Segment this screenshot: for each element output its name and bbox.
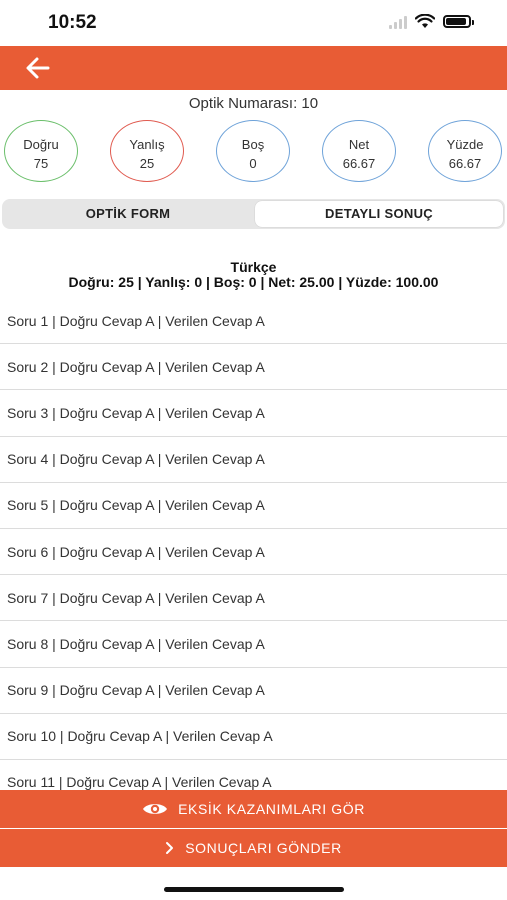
- stats-row: Doğru 75 Yanlış 25 Boş 0 Net 66.67 Yüzde…: [0, 120, 507, 186]
- tab-optik-form[interactable]: OPTİK FORM: [4, 201, 252, 227]
- stat-label: Yüzde: [446, 137, 484, 152]
- stat-yanlis: Yanlış 25: [110, 120, 184, 182]
- section-header: Türkçe Doğru: 25 | Yanlış: 0 | Boş: 0 | …: [0, 260, 507, 290]
- list-item[interactable]: Soru 6 | Doğru Cevap A | Verilen Cevap A: [0, 529, 507, 576]
- missing-outcomes-button[interactable]: EKSİK KAZANIMLARI GÖR: [0, 790, 507, 828]
- section-summary: Doğru: 25 | Yanlış: 0 | Boş: 0 | Net: 25…: [68, 274, 439, 290]
- question-list[interactable]: Soru 1 | Doğru Cevap A | Verilen Cevap A…: [0, 298, 507, 791]
- list-item[interactable]: Soru 8 | Doğru Cevap A | Verilen Cevap A: [0, 621, 507, 668]
- list-item[interactable]: Soru 10 | Doğru Cevap A | Verilen Cevap …: [0, 714, 507, 760]
- send-results-label: SONUÇLARI GÖNDER: [185, 840, 342, 856]
- back-button[interactable]: [24, 56, 52, 80]
- battery-level: [446, 18, 466, 25]
- stat-yuzde: Yüzde 66.67: [428, 120, 502, 182]
- section-title: Türkçe: [230, 259, 277, 275]
- cellular-signal-icon: [389, 15, 407, 29]
- list-item[interactable]: Soru 2 | Doğru Cevap A | Verilen Cevap A: [0, 344, 507, 391]
- list-item[interactable]: Soru 7 | Doğru Cevap A | Verilen Cevap A: [0, 575, 507, 622]
- status-icons: [389, 14, 474, 29]
- home-indicator: [164, 887, 344, 892]
- list-item[interactable]: Soru 5 | Doğru Cevap A | Verilen Cevap A: [0, 483, 507, 529]
- list-item[interactable]: Soru 9 | Doğru Cevap A | Verilen Cevap A: [0, 668, 507, 714]
- stat-value: 66.67: [342, 156, 376, 171]
- wifi-icon: [415, 14, 435, 28]
- segmented-tabs: OPTİK FORM DETAYLI SONUÇ: [2, 199, 505, 229]
- app-header: [0, 46, 507, 90]
- stat-net: Net 66.67: [322, 120, 396, 182]
- arrow-left-icon: [26, 57, 50, 79]
- battery-icon: [443, 15, 474, 28]
- stat-label: Net: [348, 137, 370, 152]
- stat-value: 0: [249, 156, 257, 171]
- status-time: 10:52: [48, 12, 97, 33]
- stat-bos: Boş 0: [216, 120, 290, 182]
- list-item[interactable]: Soru 11 | Doğru Cevap A | Verilen Cevap …: [0, 760, 507, 791]
- list-item[interactable]: Soru 1 | Doğru Cevap A | Verilen Cevap A: [0, 298, 507, 345]
- stat-value: 66.67: [448, 156, 482, 171]
- tab-detayli-sonuc[interactable]: DETAYLI SONUÇ: [255, 201, 503, 227]
- stat-value: 25: [139, 156, 155, 171]
- send-results-button[interactable]: SONUÇLARI GÖNDER: [0, 829, 507, 867]
- list-item[interactable]: Soru 3 | Doğru Cevap A | Verilen Cevap A: [0, 390, 507, 437]
- chevron-right-icon: [165, 841, 175, 855]
- eye-icon: [142, 801, 168, 817]
- stat-label: Yanlış: [129, 137, 165, 152]
- missing-outcomes-label: EKSİK KAZANIMLARI GÖR: [178, 801, 365, 817]
- stat-label: Doğru: [23, 137, 59, 152]
- list-item[interactable]: Soru 4 | Doğru Cevap A | Verilen Cevap A: [0, 437, 507, 483]
- stat-label: Boş: [241, 137, 265, 152]
- status-bar: 10:52: [0, 0, 507, 46]
- stat-value: 75: [33, 156, 49, 171]
- stat-dogru: Doğru 75: [4, 120, 78, 182]
- optik-number-title: Optik Numarası: 10: [188, 95, 319, 112]
